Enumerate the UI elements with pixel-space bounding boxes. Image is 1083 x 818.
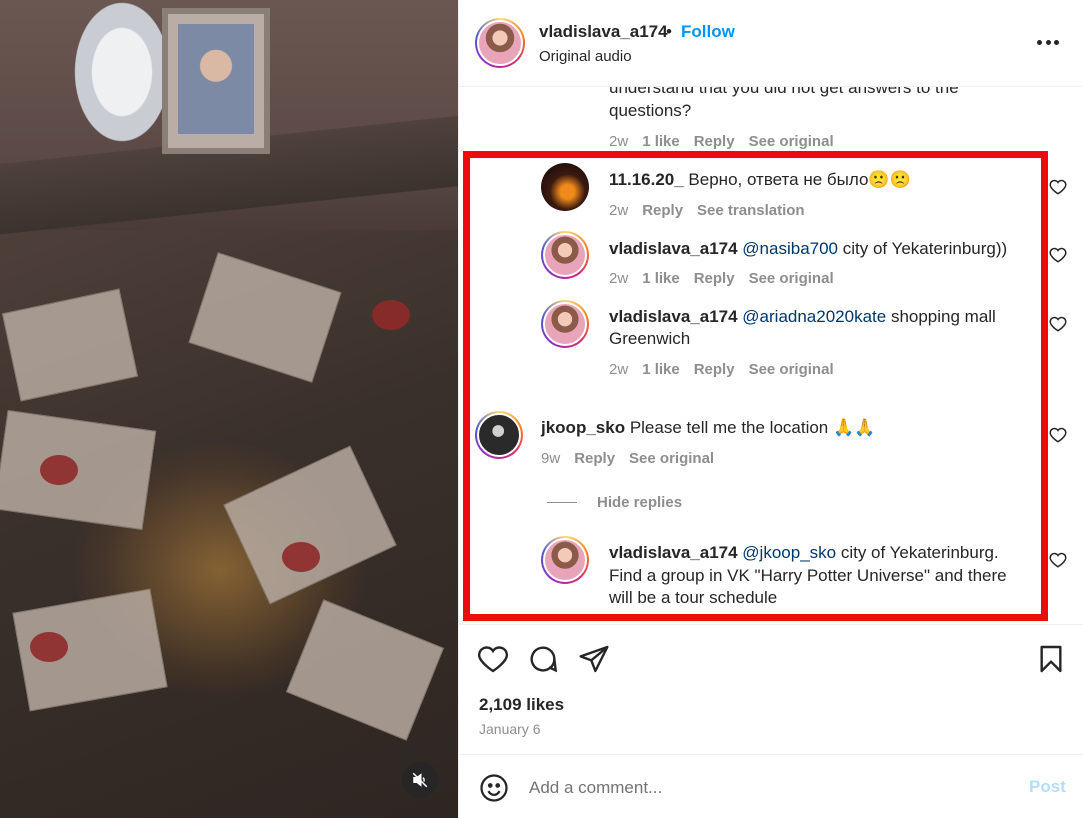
comment-text: 11.16.20_ Верно, ответа не было🙁🙁 (609, 170, 911, 189)
comment-time[interactable]: 2w (609, 270, 628, 287)
avatar[interactable] (541, 300, 589, 348)
comment-like-heart-icon[interactable] (1049, 551, 1067, 569)
comment-username[interactable]: vladislava_a174 (609, 307, 738, 326)
media-wax-seal (40, 455, 78, 485)
comment-input[interactable] (529, 773, 1009, 803)
comment-meta: 2w 1 like Reply See original (609, 133, 834, 150)
bookmark-icon[interactable] (1035, 643, 1067, 675)
avatar[interactable] (541, 231, 589, 279)
comment-like-heart-icon[interactable] (1049, 426, 1067, 444)
post-panel: vladislava_a174 • Follow Original audio … (458, 0, 1083, 818)
comment-meta: 2w 1 like Reply See original (609, 361, 834, 378)
comment-meta: 9w Reply See original (541, 450, 714, 467)
comment-likes[interactable]: 1 like (642, 133, 680, 150)
audio-label[interactable]: Original audio (539, 48, 632, 65)
comment-text: vladislava_a174 @jkoop_sko city of Yekat… (609, 543, 999, 562)
mention-link[interactable]: @nasiba700 (742, 239, 838, 258)
comment-text-line: Greenwich (609, 329, 691, 348)
author-username[interactable]: vladislava_a174 (539, 22, 668, 42)
comment-time[interactable]: 2w (609, 202, 628, 219)
hide-replies-divider (547, 502, 577, 503)
post-button[interactable]: Post (1029, 777, 1066, 797)
comment-meta: 2w Reply See translation (609, 202, 805, 219)
media-photo-frame (162, 8, 270, 154)
mute-button[interactable] (402, 762, 438, 798)
comment-username[interactable]: 11.16.20_ (609, 170, 684, 189)
comment-time[interactable]: 2w (609, 361, 628, 378)
comment-text-line: Find a group in VK "Harry Potter Univers… (609, 566, 1007, 585)
mention-link[interactable]: @ariadna2020kate (742, 307, 886, 326)
see-original-button[interactable]: See original (749, 133, 834, 150)
see-original-button[interactable]: See original (749, 361, 834, 378)
emoji-icon[interactable] (479, 773, 509, 803)
media-wax-seal (282, 542, 320, 572)
comment-like-heart-icon[interactable] (1049, 246, 1067, 264)
comment-time[interactable]: 2w (609, 133, 628, 150)
likes-count[interactable]: 2,109 likes (479, 695, 564, 715)
post-actions: 2,109 likes January 6 (459, 624, 1083, 754)
post-media[interactable] (0, 0, 458, 818)
comment-text: vladislava_a174 @ariadna2020kate shoppin… (609, 307, 996, 326)
avatar[interactable] (475, 18, 525, 68)
avatar[interactable] (541, 536, 589, 584)
follow-button[interactable]: Follow (681, 22, 735, 42)
reply-button[interactable]: Reply (694, 270, 735, 287)
hide-replies-button[interactable]: Hide replies (597, 494, 682, 511)
comment-text-line: will be a tour schedule (609, 588, 778, 607)
post-header: vladislava_a174 • Follow Original audio (459, 0, 1083, 87)
mute-icon (412, 772, 428, 788)
comments-list[interactable]: understand that you did not get answers … (459, 87, 1083, 624)
comment-text: understand that you did not get answers … (609, 87, 959, 97)
comment-likes[interactable]: 1 like (642, 361, 680, 378)
comment-username[interactable]: vladislava_a174 (609, 543, 738, 562)
avatar[interactable] (475, 411, 523, 459)
comment-like-heart-icon[interactable] (1049, 315, 1067, 333)
comment-like-heart-icon[interactable] (1049, 178, 1067, 196)
see-translation-button[interactable]: See translation (697, 202, 805, 219)
see-original-button[interactable]: See original (749, 270, 834, 287)
reply-button[interactable]: Reply (574, 450, 615, 467)
heart-icon[interactable] (477, 643, 509, 675)
media-wax-seal (372, 300, 410, 330)
avatar[interactable] (541, 163, 589, 211)
reply-button[interactable]: Reply (642, 202, 683, 219)
separator-dot: • (666, 22, 672, 41)
mention-link[interactable]: @jkoop_sko (742, 543, 836, 562)
comment-text: vladislava_a174 @nasiba700 city of Yekat… (609, 239, 1008, 258)
media-envelope (0, 410, 157, 530)
comment-icon[interactable] (527, 643, 559, 675)
share-icon[interactable] (578, 643, 610, 675)
comment-username[interactable]: jkoop_sko (541, 418, 625, 437)
comment-composer: Post (459, 754, 1083, 818)
comment-username[interactable]: vladislava_a174 (609, 239, 738, 258)
reply-button[interactable]: Reply (694, 361, 735, 378)
media-envelope (1, 288, 139, 402)
reply-button[interactable]: Reply (694, 133, 735, 150)
comment-likes[interactable]: 1 like (642, 270, 680, 287)
see-original-button[interactable]: See original (629, 450, 714, 467)
comment-text: jkoop_sko Please tell me the location 🙏🙏 (541, 418, 876, 437)
more-options-button[interactable] (1031, 30, 1065, 54)
comment-meta: 2w 1 like Reply See original (609, 270, 834, 287)
comment-text: questions? (609, 101, 692, 120)
comment-time[interactable]: 9w (541, 450, 560, 467)
media-wax-seal (30, 632, 68, 662)
media-envelope (188, 252, 342, 383)
post-date[interactable]: January 6 (479, 721, 540, 737)
more-icon (1037, 39, 1042, 45)
